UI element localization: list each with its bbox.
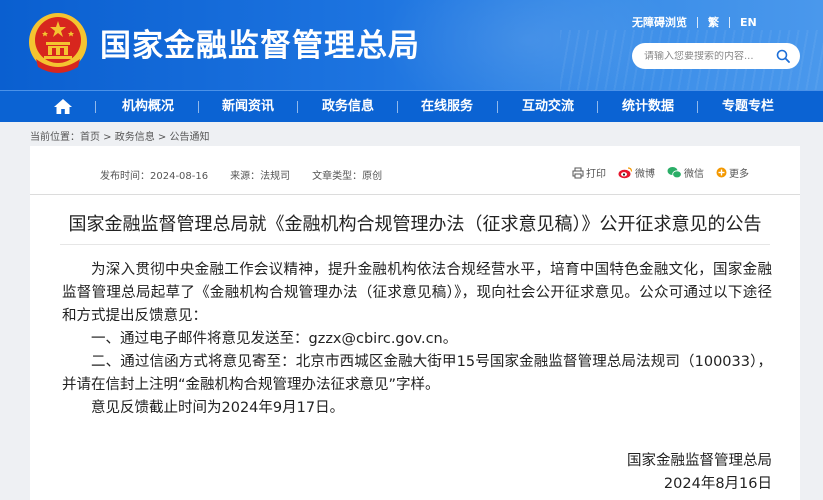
more-share-button[interactable]: 更多 xyxy=(716,165,749,180)
plus-icon xyxy=(716,167,727,178)
article-card: 发布时间：2024-08-16 来源：法规司 文章类型：原创 打印 微博 微信 … xyxy=(30,146,800,500)
signature-org: 国家金融监督管理总局 xyxy=(627,453,772,469)
home-icon[interactable] xyxy=(53,98,73,115)
article-paragraph: 意见反馈截止时间为2024年9月17日。 xyxy=(91,400,345,416)
article-meta: 发布时间：2024-08-16 来源：法规司 文章类型：原创 xyxy=(100,167,382,182)
nav-item-statistics[interactable]: 统计数据 xyxy=(622,91,674,123)
nav-divider xyxy=(198,101,199,113)
search-input[interactable] xyxy=(644,50,774,62)
signature-date: 2024年8月16日 xyxy=(663,476,772,492)
divider xyxy=(697,16,698,28)
breadcrumb-label: 当前位置： xyxy=(30,132,80,143)
share-bar: 打印 微博 微信 更多 xyxy=(572,165,761,180)
nav-item-news[interactable]: 新闻资讯 xyxy=(222,91,274,123)
divider xyxy=(30,194,800,195)
weibo-label: 微博 xyxy=(635,169,655,180)
wechat-icon xyxy=(667,167,682,179)
publish-date-label: 发布时间： xyxy=(100,171,150,182)
nav-item-interaction[interactable]: 互动交流 xyxy=(522,91,574,123)
article-paragraph: 为深入贯彻中央金融工作会议精神，提升金融机构依法合规经营水平，培育中国特色金融文… xyxy=(62,262,772,324)
nav-divider xyxy=(397,101,398,113)
publish-date: 2024-08-16 xyxy=(150,171,209,182)
wechat-share-button[interactable]: 微信 xyxy=(667,165,704,180)
print-button[interactable]: 打印 xyxy=(572,165,606,180)
breadcrumb-government-info[interactable]: 政务信息 xyxy=(115,132,155,143)
divider xyxy=(729,16,730,28)
weibo-share-button[interactable]: 微博 xyxy=(618,165,655,180)
signature: 国家金融监督管理总局 2024年8月16日 xyxy=(627,450,772,496)
article-body: 为深入贯彻中央金融工作会议精神，提升金融机构依法合规经营水平，培育中国特色金融文… xyxy=(62,259,772,420)
article-type-label: 文章类型： xyxy=(312,171,363,182)
article-paragraph: 一、通过电子邮件将意见发送至：gzzx@cbirc.gov.cn。 xyxy=(91,331,458,347)
more-label: 更多 xyxy=(729,169,749,180)
source-label: 来源： xyxy=(230,171,261,182)
printer-icon xyxy=(572,167,584,178)
english-link[interactable]: EN xyxy=(740,16,757,29)
nav-item-government-info[interactable]: 政务信息 xyxy=(322,91,374,123)
source: 法规司 xyxy=(260,171,291,182)
main-nav: 机构概况 新闻资讯 政务信息 在线服务 互动交流 统计数据 专题专栏 xyxy=(0,90,823,122)
site-header: 国家金融监督管理总局 无障碍浏览 繁 EN xyxy=(0,0,823,90)
top-links: 无障碍浏览 繁 EN xyxy=(632,14,757,30)
print-label: 打印 xyxy=(586,169,606,180)
nav-item-online-service[interactable]: 在线服务 xyxy=(421,91,473,123)
traditional-chinese-link[interactable]: 繁 xyxy=(708,14,719,30)
nav-divider xyxy=(497,101,498,113)
article-title: 国家金融监督管理总局就《金融机构合规管理办法（征求意见稿）》公开征求意见的公告 xyxy=(68,214,762,235)
nav-divider xyxy=(697,101,698,113)
breadcrumb-home[interactable]: 首页 xyxy=(80,132,100,143)
nav-divider xyxy=(297,101,298,113)
site-title[interactable]: 国家金融监督管理总局 xyxy=(100,20,420,65)
nav-item-topics[interactable]: 专题专栏 xyxy=(722,91,774,123)
breadcrumb: 当前位置：首页 > 政务信息 > 公告通知 xyxy=(30,128,210,143)
search-icon[interactable] xyxy=(776,49,790,63)
wechat-label: 微信 xyxy=(684,169,704,180)
search-box xyxy=(632,43,800,69)
article-type: 原创 xyxy=(362,171,383,182)
article-paragraph: 二、通过信函方式将意见寄至：北京市西城区金融大街甲15号国家金融监督管理总局法规… xyxy=(62,354,772,393)
accessibility-link[interactable]: 无障碍浏览 xyxy=(632,14,687,30)
breadcrumb-announcements[interactable]: 公告通知 xyxy=(170,132,210,143)
breadcrumb-separator: > xyxy=(100,132,115,143)
breadcrumb-separator: > xyxy=(154,132,170,143)
nav-divider xyxy=(597,101,598,113)
nav-item-about[interactable]: 机构概况 xyxy=(122,91,174,123)
national-emblem-icon[interactable] xyxy=(28,9,88,75)
weibo-icon xyxy=(618,167,633,179)
nav-divider xyxy=(95,101,96,113)
divider xyxy=(60,244,770,245)
